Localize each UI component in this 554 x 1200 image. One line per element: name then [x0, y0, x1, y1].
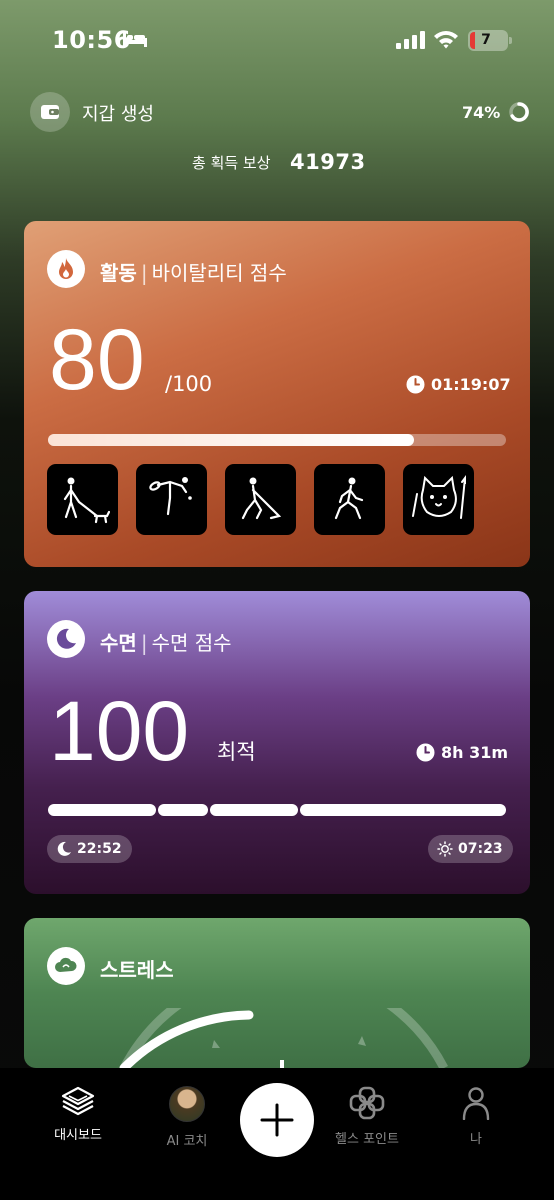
activity-title: 활동 | 바이탈리티 점수 — [100, 261, 287, 285]
sleep-title: 수면 | 수면 점수 — [100, 631, 232, 655]
tab-me-label: 나 — [470, 1132, 482, 1147]
bedtime-badge: 22:52 — [47, 835, 132, 863]
sleep-stage-segment — [300, 804, 506, 816]
sleep-duration: 8h 31m — [416, 743, 508, 762]
moon-icon — [47, 620, 85, 658]
stress-cloud-icon — [47, 947, 85, 985]
tab-dashboard-label: 대시보드 — [54, 1128, 102, 1143]
sleep-card[interactable]: 수면 | 수면 점수 100 최적 8h 31m 22:52 07:23 — [24, 591, 530, 894]
stress-gauge — [119, 1008, 448, 1068]
add-button[interactable] — [240, 1083, 314, 1157]
activity-progress-fill — [48, 434, 415, 446]
activity-subtitle: 바이탈리티 점수 — [151, 261, 287, 285]
activity-duration: 01:19:07 — [406, 375, 511, 394]
walking-icon — [334, 477, 364, 520]
sync-progress-icon — [509, 102, 529, 122]
tab-ai-coach[interactable]: AI 코치 — [132, 1086, 242, 1149]
status-bar: 10:56 7 — [0, 0, 554, 80]
cellular-signal-icon — [396, 31, 425, 49]
wallet-label[interactable]: 지갑 생성 — [82, 100, 154, 126]
bed-icon — [123, 32, 147, 47]
bedtime-value: 22:52 — [77, 841, 122, 857]
plus-icon — [260, 1103, 294, 1137]
battery-level: 7 — [481, 32, 491, 48]
health-points-icon — [349, 1086, 385, 1120]
wifi-icon — [434, 31, 458, 49]
clock-icon — [406, 375, 425, 394]
waketime-value: 07:23 — [458, 841, 503, 857]
golf-icon — [241, 477, 282, 520]
moon-icon — [57, 841, 71, 856]
total-reward-value: 41973 — [290, 150, 366, 174]
person-icon — [462, 1087, 490, 1120]
activity-card[interactable]: 활동 | 바이탈리티 점수 80 /100 01:19:07 — [24, 221, 530, 567]
battery-indicator: 7 — [468, 30, 512, 51]
tab-dashboard[interactable]: 대시보드 — [23, 1086, 133, 1143]
activity-score-max: /100 — [165, 372, 213, 396]
activity-tile-golf[interactable] — [225, 464, 296, 535]
tab-ai-coach-label: AI 코치 — [166, 1134, 208, 1149]
stress-card[interactable]: 스트레스 — [24, 918, 530, 1068]
total-reward-label: 총 획득 보상 — [192, 154, 271, 172]
wallet-icon — [41, 105, 59, 119]
clock-icon — [416, 743, 435, 762]
sleep-stage-segment — [48, 804, 156, 816]
sleep-stage-segment — [158, 804, 208, 816]
waketime-badge: 07:23 — [428, 835, 513, 863]
stress-title: 스트레스 — [100, 958, 174, 982]
activity-tile-cat-trend[interactable] — [403, 464, 474, 535]
sleep-score: 100 — [49, 684, 190, 778]
bottom-tab-bar: 대시보드 AI 코치 헬스 포인트 나 — [0, 1068, 554, 1200]
sync-percent: 74% — [462, 103, 501, 122]
tab-health-points[interactable]: 헬스 포인트 — [312, 1086, 422, 1147]
tab-me[interactable]: 나 — [421, 1086, 531, 1147]
activity-title-main: 활동 — [100, 261, 137, 285]
sleep-duration-value: 8h 31m — [441, 743, 509, 762]
activity-tile-pickleball[interactable] — [136, 464, 207, 535]
flame-icon — [47, 250, 85, 288]
status-time: 10:56 — [52, 26, 131, 54]
wallet-button[interactable] — [30, 92, 70, 132]
cat-trend-icon — [412, 475, 466, 519]
activity-tile-dog-walking[interactable] — [47, 464, 118, 535]
activity-score: 80 — [49, 312, 145, 408]
activity-progress-bar — [48, 434, 506, 446]
coach-avatar — [169, 1086, 205, 1122]
dog-walking-icon — [63, 477, 110, 524]
sleep-stage-segment — [210, 804, 298, 816]
sun-icon — [437, 841, 453, 857]
dashboard-layers-icon — [61, 1086, 95, 1116]
activity-duration-value: 01:19:07 — [431, 375, 511, 394]
tab-health-points-label: 헬스 포인트 — [335, 1132, 399, 1147]
activity-tile-walking[interactable] — [314, 464, 385, 535]
sleep-title-main: 수면 — [100, 631, 137, 655]
pickleball-icon — [149, 477, 192, 516]
sleep-subtitle: 수면 점수 — [151, 631, 232, 655]
sleep-score-label: 최적 — [217, 740, 256, 764]
